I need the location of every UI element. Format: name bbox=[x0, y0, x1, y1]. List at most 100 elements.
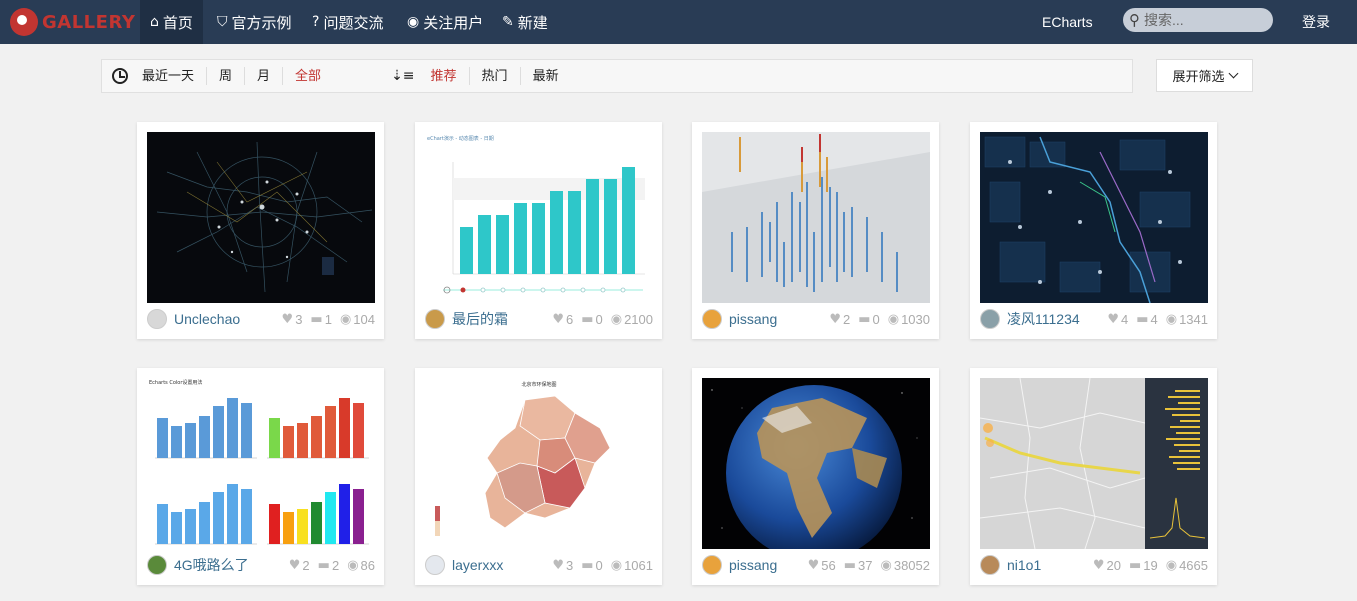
card-stats: ♥ 2 ▬ 2 ◉ 86 bbox=[281, 558, 375, 573]
avatar[interactable] bbox=[147, 309, 167, 329]
thumbnail-earth-globe[interactable] bbox=[702, 378, 930, 549]
gallery-card[interactable]: Unclechao ♥ 3 ▬ 1 ◉ 104 bbox=[137, 122, 384, 339]
thumbnail-3d-city-bars[interactable] bbox=[702, 132, 930, 303]
view-count: 38052 bbox=[893, 557, 930, 573]
like-count: 2 bbox=[302, 557, 310, 573]
heart-icon[interactable]: ♥ bbox=[1093, 558, 1105, 573]
thumbnail-dark-network[interactable] bbox=[147, 132, 375, 303]
avatar[interactable] bbox=[980, 555, 1000, 575]
heart-icon[interactable]: ♥ bbox=[282, 312, 294, 327]
eye-icon: ◉ bbox=[610, 557, 623, 573]
filter-all[interactable]: 全部 bbox=[282, 67, 333, 85]
home-icon: ⌂ bbox=[150, 14, 159, 30]
heart-icon[interactable]: ♥ bbox=[552, 558, 564, 573]
gallery-card[interactable]: 北京市环保地图 layerxxx ♥ 3 ▬ 0 ◉ 1061 bbox=[415, 368, 662, 585]
like-count: 4 bbox=[1120, 311, 1129, 327]
gallery-card[interactable]: Echarts Color设置用法 4G哦路么了 ♥ 2 ▬ 2 ◉ 86 bbox=[137, 368, 384, 585]
edit-icon: ✎ bbox=[502, 14, 514, 30]
author-name[interactable]: pissang bbox=[729, 557, 777, 573]
filter-month[interactable]: 月 bbox=[244, 67, 282, 85]
thumbnail-teal-bar-chart[interactable]: eChart演示 - 动态图表 - 日期 bbox=[425, 132, 653, 303]
avatar[interactable] bbox=[147, 555, 167, 575]
comment-icon: ▬ bbox=[581, 311, 594, 327]
comment-icon: ▬ bbox=[1128, 557, 1142, 573]
like-count: 3 bbox=[565, 557, 574, 573]
gallery-card[interactable]: pissang ♥ 56 ▬ 37 ◉ 38052 bbox=[692, 368, 939, 585]
comment-count: 4 bbox=[1150, 311, 1158, 327]
filter-week[interactable]: 周 bbox=[206, 67, 244, 85]
view-count: 4665 bbox=[1179, 557, 1208, 573]
gallery-card[interactable]: ni1o1 ♥ 20 ▬ 19 ◉ 4665 bbox=[970, 368, 1217, 585]
thumbnail-grey-map-dashboard[interactable] bbox=[980, 378, 1208, 549]
card-footer: pissang ♥ 56 ▬ 37 ◉ 38052 bbox=[702, 554, 930, 576]
logo-icon bbox=[10, 8, 38, 36]
gallery-card[interactable]: pissang ♥ 2 ▬ 0 ◉ 1030 bbox=[692, 122, 939, 339]
view-count: 1030 bbox=[901, 311, 930, 327]
eye-icon: ◉ bbox=[880, 557, 892, 573]
echarts-link[interactable]: ECharts bbox=[1042, 0, 1093, 44]
gallery-card[interactable]: eChart演示 - 动态图表 - 日期 最后的霜 ♥ 6 ▬ 0 ◉ 2100 bbox=[415, 122, 662, 339]
author-name[interactable]: layerxxx bbox=[452, 557, 503, 573]
expand-filter-button[interactable]: 展开筛选 bbox=[1156, 59, 1253, 92]
comment-count: 0 bbox=[595, 311, 603, 327]
nav-followed-users-label: 关注用户 bbox=[423, 14, 484, 32]
author-name[interactable]: 4G哦路么了 bbox=[174, 555, 249, 575]
card-stats: ♥ 20 ▬ 19 ◉ 4665 bbox=[1085, 558, 1208, 573]
thumbnail-four-color-bar-charts[interactable]: Echarts Color设置用法 bbox=[147, 378, 375, 549]
gallery-card[interactable]: 凌风111234 ♥ 4 ▬ 4 ◉ 1341 bbox=[970, 122, 1217, 339]
nav-home-label: 首页 bbox=[162, 14, 193, 32]
sort-recommended[interactable]: 推荐 bbox=[419, 67, 469, 85]
like-count: 20 bbox=[1106, 557, 1121, 573]
logo[interactable]: GALLERY bbox=[10, 7, 135, 37]
filter-last-day[interactable]: 最近一天 bbox=[128, 67, 206, 85]
nav-questions-label: 问题交流 bbox=[323, 14, 384, 32]
login-link[interactable]: 登录 bbox=[1302, 0, 1330, 44]
comment-icon: ▬ bbox=[581, 557, 594, 573]
heart-icon[interactable]: ♥ bbox=[1107, 312, 1119, 327]
view-count: 1061 bbox=[624, 557, 653, 573]
question-icon: ? bbox=[312, 14, 320, 30]
logo-text: GALLERY bbox=[42, 11, 136, 33]
card-stats: ♥ 3 ▬ 1 ◉ 104 bbox=[274, 312, 375, 327]
nav-new[interactable]: ✎ 新建 bbox=[492, 0, 558, 44]
sort-latest[interactable]: 最新 bbox=[519, 67, 571, 85]
avatar[interactable] bbox=[425, 309, 445, 329]
comment-count: 19 bbox=[1143, 557, 1158, 573]
avatar[interactable] bbox=[980, 309, 1000, 329]
comment-count: 0 bbox=[872, 311, 880, 327]
nav-followed-users[interactable]: ◉ 关注用户 bbox=[397, 0, 493, 44]
search-input[interactable] bbox=[1144, 12, 1254, 28]
author-name[interactable]: pissang bbox=[729, 311, 777, 327]
author-name[interactable]: 最后的霜 bbox=[452, 309, 508, 329]
heart-icon[interactable]: ♥ bbox=[289, 558, 301, 573]
nav-home[interactable]: ⌂ 首页 bbox=[140, 0, 203, 44]
sort-hot[interactable]: 热门 bbox=[468, 67, 520, 85]
top-navbar: GALLERY ⌂ 首页 ⛉ 官方示例 ? 问题交流 ◉ 关注用户 ✎ 新建 E… bbox=[0, 0, 1357, 44]
avatar[interactable] bbox=[702, 555, 722, 575]
card-footer: ni1o1 ♥ 20 ▬ 19 ◉ 4665 bbox=[980, 554, 1208, 576]
heart-icon[interactable]: ♥ bbox=[808, 558, 820, 573]
card-footer: layerxxx ♥ 3 ▬ 0 ◉ 1061 bbox=[425, 554, 653, 576]
heart-icon[interactable]: ♥ bbox=[829, 312, 841, 327]
comment-count: 0 bbox=[595, 557, 603, 573]
avatar[interactable] bbox=[425, 555, 445, 575]
card-footer: 4G哦路么了 ♥ 2 ▬ 2 ◉ 86 bbox=[147, 554, 375, 576]
thumbnail-beijing-choropleth[interactable]: 北京市环保地图 bbox=[425, 378, 653, 549]
nav-official-examples[interactable]: ⛉ 官方示例 bbox=[207, 0, 302, 44]
search-box: ⚲ bbox=[1123, 8, 1273, 32]
eye-icon: ◉ bbox=[347, 557, 359, 573]
avatar[interactable] bbox=[702, 309, 722, 329]
card-stats: ♥ 6 ▬ 0 ◉ 2100 bbox=[544, 312, 653, 327]
search-icon[interactable]: ⚲ bbox=[1129, 11, 1140, 29]
nav-questions[interactable]: ? 问题交流 bbox=[302, 0, 393, 44]
heart-icon[interactable]: ♥ bbox=[552, 312, 564, 327]
filter-bar: 最近一天 周 月 全部 ⇣≡ 推荐 热门 最新 bbox=[101, 59, 1133, 93]
card-stats: ♥ 56 ▬ 37 ◉ 38052 bbox=[800, 558, 930, 573]
thumb-bar-title: eChart演示 - 动态图表 - 日期 bbox=[427, 135, 494, 142]
author-name[interactable]: Unclechao bbox=[174, 311, 240, 327]
thumbnail-navy-city-map[interactable] bbox=[980, 132, 1208, 303]
card-footer: pissang ♥ 2 ▬ 0 ◉ 1030 bbox=[702, 308, 930, 330]
comment-icon: ▬ bbox=[843, 557, 857, 573]
author-name[interactable]: 凌风111234 bbox=[1007, 309, 1080, 329]
author-name[interactable]: ni1o1 bbox=[1007, 557, 1041, 573]
